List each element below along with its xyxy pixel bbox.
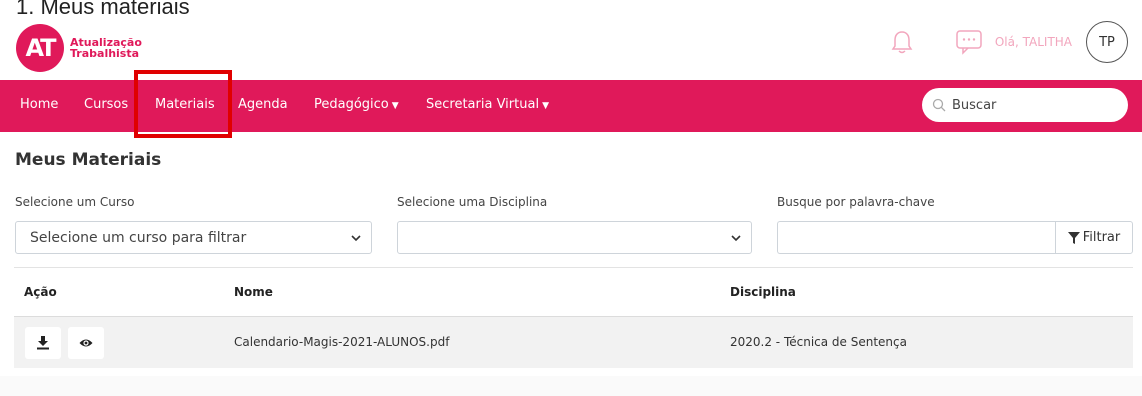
nav-pedagogico-label: Pedagógico (314, 97, 389, 112)
view-button[interactable] (68, 327, 104, 359)
page-title: Meus Materiais (15, 150, 162, 170)
header-nome: Nome (234, 285, 273, 299)
avatar[interactable]: TP (1086, 21, 1128, 63)
bell-icon[interactable] (891, 30, 913, 54)
header-disciplina: Disciplina (730, 285, 796, 299)
nav-home[interactable]: Home (20, 97, 58, 112)
logo-text: Atualização Trabalhista (70, 37, 142, 59)
caret-down-icon: ▼ (391, 101, 399, 111)
search-icon (932, 98, 946, 112)
nav-agenda[interactable]: Agenda (238, 97, 288, 112)
search-input[interactable] (952, 97, 1112, 113)
keyword-input[interactable] (777, 221, 1056, 254)
nav-secretaria-label: Secretaria Virtual (426, 97, 540, 112)
header-acao: Ação (24, 285, 57, 299)
user-greeting[interactable]: Olá, TALITHA (995, 35, 1072, 49)
eye-icon (79, 339, 93, 347)
footer-strip (0, 376, 1142, 396)
nav-pedagogico[interactable]: Pedagógico ▼ (314, 97, 399, 112)
nav-cursos[interactable]: Cursos (84, 97, 128, 112)
table-divider (14, 267, 1133, 268)
curso-select[interactable]: Selecione um curso para filtrar (15, 221, 372, 254)
funnel-icon (1067, 231, 1080, 244)
overlay-caption: 1. Meus materiais (16, 0, 190, 18)
keyword-label: Busque por palavra-chave (777, 195, 935, 209)
disciplina-select[interactable] (397, 221, 752, 254)
user-area: Olá, TALITHA TP (891, 20, 1128, 64)
brand-logo[interactable]: AT Atualização Trabalhista (16, 24, 142, 72)
row-disciplina: 2020.2 - Técnica de Sentença (730, 335, 907, 349)
chat-icon[interactable] (955, 29, 983, 55)
annotation-highlight-box (134, 70, 232, 138)
download-button[interactable] (25, 327, 61, 359)
logo-text-line2: Trabalhista (70, 47, 140, 60)
nav-secretaria[interactable]: Secretaria Virtual ▼ (426, 97, 549, 112)
table-row: Calendario-Magis-2021-ALUNOS.pdf 2020.2 … (14, 316, 1133, 368)
chevron-down-icon (351, 235, 361, 242)
filter-button-label: Filtrar (1082, 230, 1121, 245)
curso-label: Selecione um Curso (15, 195, 135, 209)
curso-select-value: Selecione um curso para filtrar (30, 229, 247, 246)
row-nome[interactable]: Calendario-Magis-2021-ALUNOS.pdf (234, 335, 449, 349)
search-box[interactable] (922, 88, 1128, 122)
download-icon (37, 336, 49, 350)
filter-button[interactable]: Filtrar (1055, 221, 1133, 254)
caret-down-icon: ▼ (542, 101, 549, 111)
logo-mark: AT (16, 24, 64, 72)
disciplina-label: Selecione uma Disciplina (397, 195, 548, 209)
chevron-down-icon (731, 235, 741, 242)
